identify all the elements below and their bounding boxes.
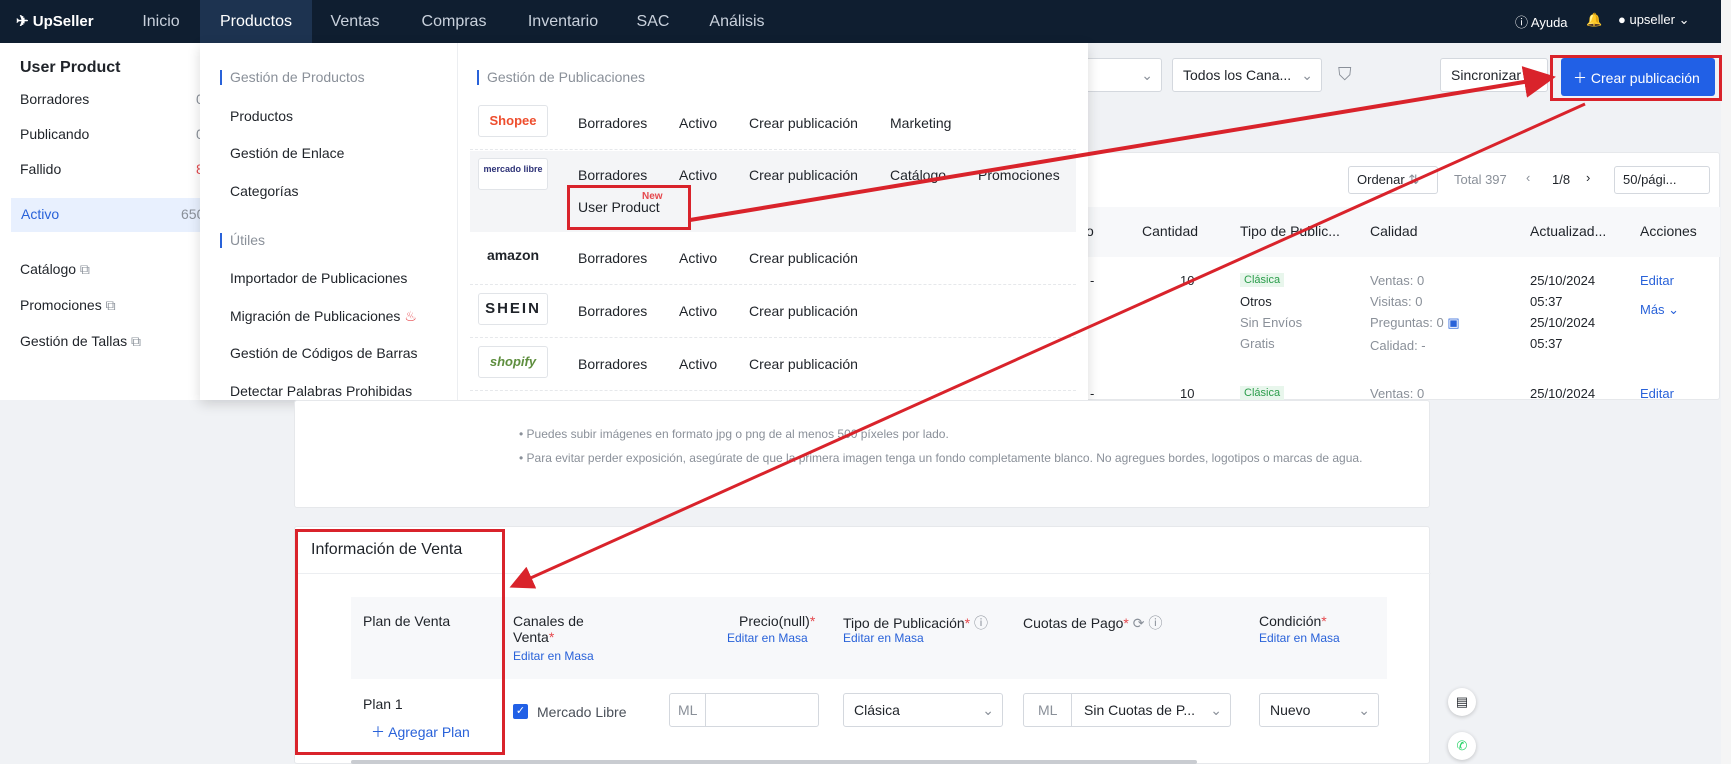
annotation-arrows (509, 66, 1586, 589)
